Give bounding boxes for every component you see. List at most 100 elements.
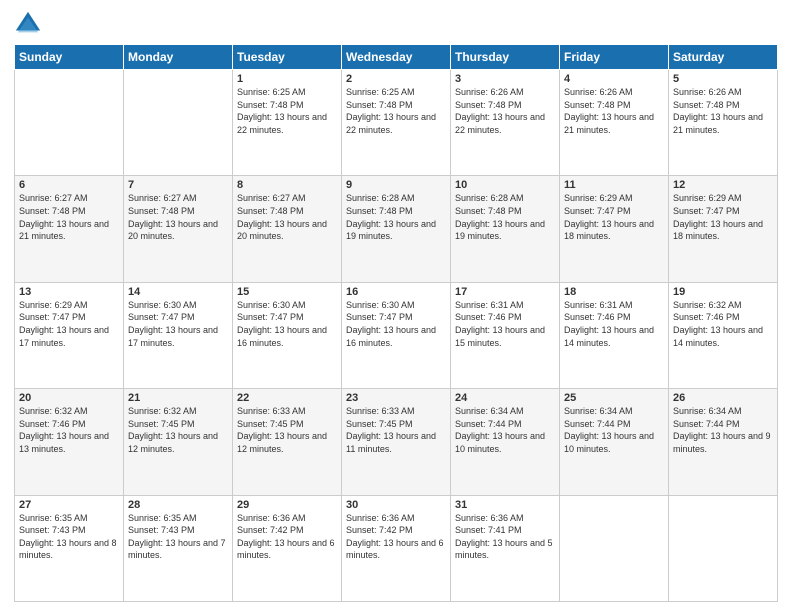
- calendar-cell: 21Sunrise: 6:32 AM Sunset: 7:45 PM Dayli…: [124, 389, 233, 495]
- day-number: 23: [346, 392, 446, 404]
- day-number: 10: [455, 179, 555, 191]
- calendar-cell: 6Sunrise: 6:27 AM Sunset: 7:48 PM Daylig…: [15, 176, 124, 282]
- calendar-cell: 28Sunrise: 6:35 AM Sunset: 7:43 PM Dayli…: [124, 495, 233, 601]
- calendar-cell: 15Sunrise: 6:30 AM Sunset: 7:47 PM Dayli…: [233, 282, 342, 388]
- calendar-cell: 18Sunrise: 6:31 AM Sunset: 7:46 PM Dayli…: [560, 282, 669, 388]
- calendar-cell: 17Sunrise: 6:31 AM Sunset: 7:46 PM Dayli…: [451, 282, 560, 388]
- day-number: 4: [564, 73, 664, 85]
- calendar-week-1: 1Sunrise: 6:25 AM Sunset: 7:48 PM Daylig…: [15, 70, 778, 176]
- calendar-cell: 16Sunrise: 6:30 AM Sunset: 7:47 PM Dayli…: [342, 282, 451, 388]
- day-detail: Sunrise: 6:36 AM Sunset: 7:42 PM Dayligh…: [237, 512, 337, 562]
- calendar-cell: 13Sunrise: 6:29 AM Sunset: 7:47 PM Dayli…: [15, 282, 124, 388]
- day-detail: Sunrise: 6:35 AM Sunset: 7:43 PM Dayligh…: [128, 512, 228, 562]
- day-detail: Sunrise: 6:33 AM Sunset: 7:45 PM Dayligh…: [237, 405, 337, 455]
- day-detail: Sunrise: 6:29 AM Sunset: 7:47 PM Dayligh…: [673, 192, 773, 242]
- day-number: 9: [346, 179, 446, 191]
- calendar-cell: [15, 70, 124, 176]
- calendar-header-row: SundayMondayTuesdayWednesdayThursdayFrid…: [15, 45, 778, 70]
- day-detail: Sunrise: 6:32 AM Sunset: 7:46 PM Dayligh…: [673, 299, 773, 349]
- day-number: 18: [564, 286, 664, 298]
- day-number: 17: [455, 286, 555, 298]
- day-number: 20: [19, 392, 119, 404]
- calendar-header-monday: Monday: [124, 45, 233, 70]
- calendar-cell: 3Sunrise: 6:26 AM Sunset: 7:48 PM Daylig…: [451, 70, 560, 176]
- day-number: 22: [237, 392, 337, 404]
- day-detail: Sunrise: 6:36 AM Sunset: 7:41 PM Dayligh…: [455, 512, 555, 562]
- calendar-cell: 2Sunrise: 6:25 AM Sunset: 7:48 PM Daylig…: [342, 70, 451, 176]
- day-detail: Sunrise: 6:27 AM Sunset: 7:48 PM Dayligh…: [128, 192, 228, 242]
- calendar-cell: 14Sunrise: 6:30 AM Sunset: 7:47 PM Dayli…: [124, 282, 233, 388]
- day-number: 1: [237, 73, 337, 85]
- day-detail: Sunrise: 6:30 AM Sunset: 7:47 PM Dayligh…: [346, 299, 446, 349]
- calendar-cell: 10Sunrise: 6:28 AM Sunset: 7:48 PM Dayli…: [451, 176, 560, 282]
- day-number: 29: [237, 499, 337, 511]
- day-detail: Sunrise: 6:28 AM Sunset: 7:48 PM Dayligh…: [346, 192, 446, 242]
- calendar-cell: 27Sunrise: 6:35 AM Sunset: 7:43 PM Dayli…: [15, 495, 124, 601]
- calendar-week-3: 13Sunrise: 6:29 AM Sunset: 7:47 PM Dayli…: [15, 282, 778, 388]
- calendar-cell: 11Sunrise: 6:29 AM Sunset: 7:47 PM Dayli…: [560, 176, 669, 282]
- day-number: 7: [128, 179, 228, 191]
- calendar-cell: 12Sunrise: 6:29 AM Sunset: 7:47 PM Dayli…: [669, 176, 778, 282]
- calendar-cell: 4Sunrise: 6:26 AM Sunset: 7:48 PM Daylig…: [560, 70, 669, 176]
- day-number: 8: [237, 179, 337, 191]
- day-detail: Sunrise: 6:32 AM Sunset: 7:46 PM Dayligh…: [19, 405, 119, 455]
- calendar-week-5: 27Sunrise: 6:35 AM Sunset: 7:43 PM Dayli…: [15, 495, 778, 601]
- day-number: 12: [673, 179, 773, 191]
- day-number: 5: [673, 73, 773, 85]
- calendar-header-friday: Friday: [560, 45, 669, 70]
- calendar-cell: 24Sunrise: 6:34 AM Sunset: 7:44 PM Dayli…: [451, 389, 560, 495]
- calendar-cell: 8Sunrise: 6:27 AM Sunset: 7:48 PM Daylig…: [233, 176, 342, 282]
- day-detail: Sunrise: 6:31 AM Sunset: 7:46 PM Dayligh…: [564, 299, 664, 349]
- calendar-cell: 25Sunrise: 6:34 AM Sunset: 7:44 PM Dayli…: [560, 389, 669, 495]
- day-number: 14: [128, 286, 228, 298]
- day-number: 28: [128, 499, 228, 511]
- day-number: 3: [455, 73, 555, 85]
- calendar-cell: 5Sunrise: 6:26 AM Sunset: 7:48 PM Daylig…: [669, 70, 778, 176]
- calendar-header-wednesday: Wednesday: [342, 45, 451, 70]
- day-detail: Sunrise: 6:25 AM Sunset: 7:48 PM Dayligh…: [346, 86, 446, 136]
- calendar-cell: [124, 70, 233, 176]
- day-number: 19: [673, 286, 773, 298]
- day-number: 25: [564, 392, 664, 404]
- day-detail: Sunrise: 6:34 AM Sunset: 7:44 PM Dayligh…: [564, 405, 664, 455]
- day-detail: Sunrise: 6:29 AM Sunset: 7:47 PM Dayligh…: [564, 192, 664, 242]
- day-detail: Sunrise: 6:29 AM Sunset: 7:47 PM Dayligh…: [19, 299, 119, 349]
- day-number: 31: [455, 499, 555, 511]
- calendar-cell: 22Sunrise: 6:33 AM Sunset: 7:45 PM Dayli…: [233, 389, 342, 495]
- day-detail: Sunrise: 6:30 AM Sunset: 7:47 PM Dayligh…: [237, 299, 337, 349]
- calendar-cell: 9Sunrise: 6:28 AM Sunset: 7:48 PM Daylig…: [342, 176, 451, 282]
- day-detail: Sunrise: 6:34 AM Sunset: 7:44 PM Dayligh…: [673, 405, 773, 455]
- calendar-cell: [560, 495, 669, 601]
- day-detail: Sunrise: 6:26 AM Sunset: 7:48 PM Dayligh…: [455, 86, 555, 136]
- calendar-header-tuesday: Tuesday: [233, 45, 342, 70]
- day-number: 16: [346, 286, 446, 298]
- calendar-header-thursday: Thursday: [451, 45, 560, 70]
- header: [14, 10, 778, 38]
- day-detail: Sunrise: 6:36 AM Sunset: 7:42 PM Dayligh…: [346, 512, 446, 562]
- calendar-cell: 20Sunrise: 6:32 AM Sunset: 7:46 PM Dayli…: [15, 389, 124, 495]
- day-detail: Sunrise: 6:32 AM Sunset: 7:45 PM Dayligh…: [128, 405, 228, 455]
- day-detail: Sunrise: 6:25 AM Sunset: 7:48 PM Dayligh…: [237, 86, 337, 136]
- day-number: 15: [237, 286, 337, 298]
- page: SundayMondayTuesdayWednesdayThursdayFrid…: [0, 0, 792, 612]
- calendar-cell: 7Sunrise: 6:27 AM Sunset: 7:48 PM Daylig…: [124, 176, 233, 282]
- day-number: 27: [19, 499, 119, 511]
- day-detail: Sunrise: 6:30 AM Sunset: 7:47 PM Dayligh…: [128, 299, 228, 349]
- calendar-cell: 31Sunrise: 6:36 AM Sunset: 7:41 PM Dayli…: [451, 495, 560, 601]
- calendar-week-4: 20Sunrise: 6:32 AM Sunset: 7:46 PM Dayli…: [15, 389, 778, 495]
- calendar-cell: 23Sunrise: 6:33 AM Sunset: 7:45 PM Dayli…: [342, 389, 451, 495]
- calendar-cell: 26Sunrise: 6:34 AM Sunset: 7:44 PM Dayli…: [669, 389, 778, 495]
- day-detail: Sunrise: 6:26 AM Sunset: 7:48 PM Dayligh…: [564, 86, 664, 136]
- day-number: 13: [19, 286, 119, 298]
- day-detail: Sunrise: 6:27 AM Sunset: 7:48 PM Dayligh…: [19, 192, 119, 242]
- calendar-header-sunday: Sunday: [15, 45, 124, 70]
- day-detail: Sunrise: 6:28 AM Sunset: 7:48 PM Dayligh…: [455, 192, 555, 242]
- day-number: 26: [673, 392, 773, 404]
- day-number: 2: [346, 73, 446, 85]
- day-detail: Sunrise: 6:27 AM Sunset: 7:48 PM Dayligh…: [237, 192, 337, 242]
- calendar-cell: 30Sunrise: 6:36 AM Sunset: 7:42 PM Dayli…: [342, 495, 451, 601]
- calendar-cell: 19Sunrise: 6:32 AM Sunset: 7:46 PM Dayli…: [669, 282, 778, 388]
- day-detail: Sunrise: 6:35 AM Sunset: 7:43 PM Dayligh…: [19, 512, 119, 562]
- day-number: 21: [128, 392, 228, 404]
- calendar-table: SundayMondayTuesdayWednesdayThursdayFrid…: [14, 44, 778, 602]
